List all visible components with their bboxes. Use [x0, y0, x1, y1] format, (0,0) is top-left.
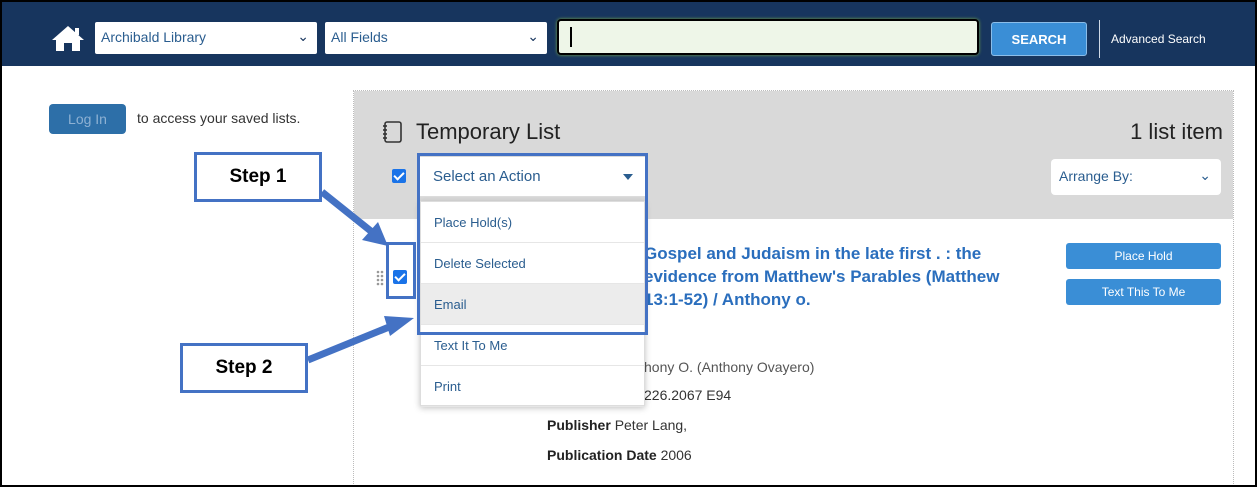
publisher-value: Peter Lang, [614, 417, 688, 433]
publisher-row: Publisher Peter Lang, [547, 417, 687, 433]
notebook-icon [383, 121, 402, 143]
publication-date-row: Publication Date 2006 [547, 447, 692, 463]
item-title-link[interactable]: Gospel and Judaism in the late first . :… [644, 242, 1004, 311]
checkbox-highlight-box [386, 242, 416, 299]
drag-handle-icon[interactable] [376, 270, 384, 286]
arrange-by-label: Arrange By: [1059, 168, 1133, 184]
publication-date-value: 2006 [660, 447, 692, 463]
text-this-to-me-button[interactable]: Text This To Me [1066, 279, 1221, 305]
text-cursor [570, 27, 572, 47]
select-all-checkbox[interactable] [392, 169, 406, 183]
search-field-select[interactable]: All Fields ⌄ [325, 22, 547, 54]
chevron-down-icon: ⌄ [297, 28, 309, 44]
item-call-number: 226.2067 E94 [644, 387, 732, 403]
chevron-down-icon: ⌄ [1199, 167, 1211, 183]
home-icon[interactable] [50, 24, 86, 52]
step-1-callout: Step 1 [194, 152, 322, 202]
arrange-by-select[interactable]: Arrange By: ⌄ [1051, 159, 1221, 195]
top-navigation-bar: Archibald Library ⌄ All Fields ⌄ SEARCH … [2, 2, 1255, 66]
search-field-select-value: All Fields [331, 29, 388, 45]
menu-item-print[interactable]: Print [421, 366, 644, 407]
publisher-label: Publisher [547, 417, 611, 433]
search-input[interactable] [557, 19, 979, 55]
list-item-count: 1 list item [1130, 119, 1223, 144]
library-select-value: Archibald Library [101, 29, 207, 45]
item-author[interactable]: hony O. (Anthony Ovayero) [644, 359, 814, 375]
place-hold-button[interactable]: Place Hold [1066, 243, 1221, 269]
header-divider [1099, 20, 1100, 58]
list-title: Temporary List [416, 119, 561, 144]
login-prompt: to access your saved lists. [137, 110, 301, 126]
action-highlight-box [417, 153, 648, 335]
step-2-callout: Step 2 [180, 343, 308, 393]
log-in-button[interactable]: Log In [49, 104, 126, 134]
library-select[interactable]: Archibald Library ⌄ [95, 22, 317, 54]
chevron-down-icon: ⌄ [527, 28, 539, 44]
page-frame: Archibald Library ⌄ All Fields ⌄ SEARCH … [0, 0, 1257, 487]
advanced-search-link[interactable]: Advanced Search [1111, 32, 1206, 46]
publication-date-label: Publication Date [547, 447, 657, 463]
search-button[interactable]: SEARCH [991, 22, 1087, 56]
